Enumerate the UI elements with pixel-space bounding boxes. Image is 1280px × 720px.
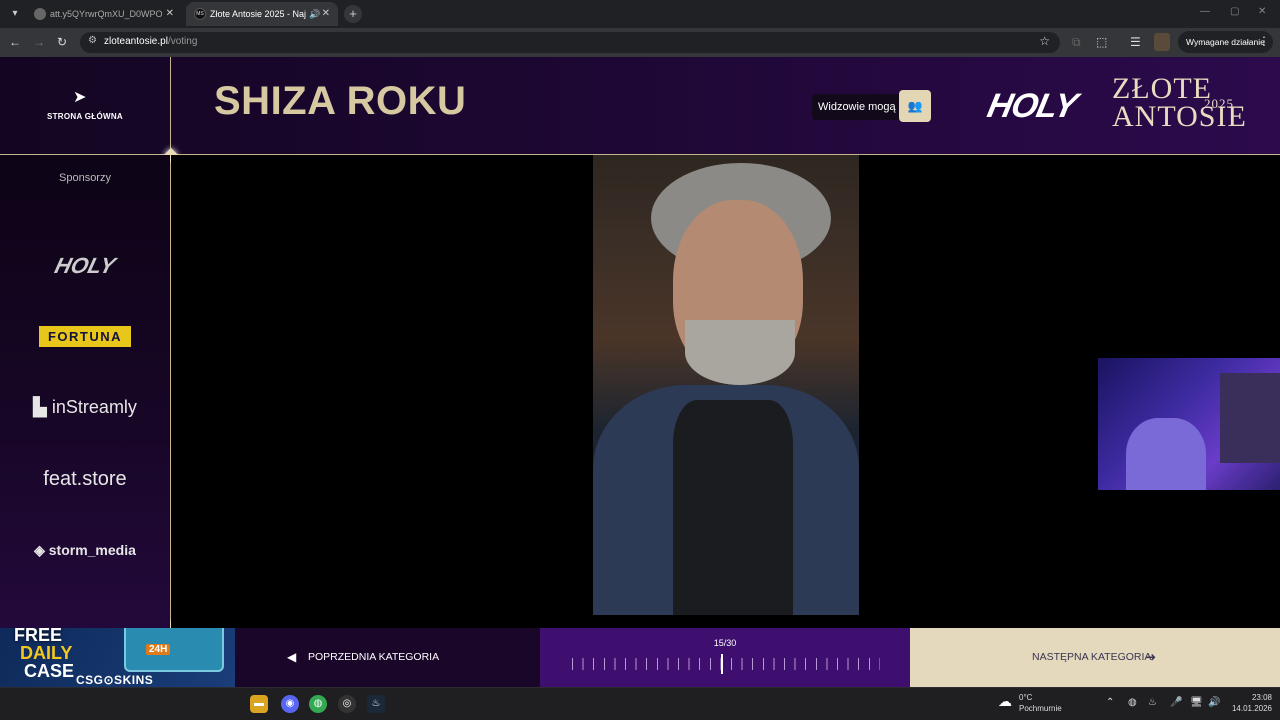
next-category-label: NASTĘPNA KATEGORIA [1032,651,1152,663]
arrow-right-icon: ➜ [1146,650,1157,664]
webcam-person [1126,418,1206,490]
sponsor-featstore[interactable]: feat.store [0,468,170,491]
logo-year: 2025 [1204,96,1234,111]
tab-title: Złote Antosie 2025 - Najwię [210,9,306,19]
tab-search-chevron-icon[interactable]: ▾ [6,5,24,23]
category-progress: 15/30 [540,628,910,687]
reload-icon[interactable]: ↻ [57,34,67,50]
category-title: SHIZA ROKU [214,79,467,123]
file-explorer-icon[interactable]: ▬ [250,695,268,713]
previous-category-label: POPRZEDNIA KATEGORIA [308,651,440,663]
promo-line-2: DAILY [20,643,73,663]
arrow-left-icon: ◀ [287,650,297,664]
minimize-icon[interactable]: — [1200,6,1210,17]
sponsor-holy[interactable]: HOLY [0,253,173,279]
video-figure-beard [685,320,795,385]
discord-icon[interactable]: ◉ [281,695,299,713]
microphone-icon[interactable]: 🎤 [1170,697,1182,708]
forward-arrow-icon[interactable]: → [33,34,45,50]
extensions-icon[interactable]: ⬚ [1096,34,1107,50]
promo-case-image: 24H [124,628,224,672]
progress-current-marker [721,654,723,674]
clock-date: 14.01.2026 [1231,704,1272,713]
clock-time: 23:08 [1251,693,1272,702]
category-navigation-bar: FREE DAILY CASE 24H CSG⊙SKINS ◀ POPRZEDN… [0,628,1280,687]
nominee-video-area[interactable] [171,155,1280,629]
video-figure-shirt [673,400,793,615]
previous-category-button[interactable]: ◀ POPRZEDNIA KATEGORIA [235,628,540,687]
speaker-icon[interactable]: 🔊 [309,2,320,26]
nominee-video[interactable] [593,155,859,615]
profile-avatar[interactable] [1154,33,1170,51]
sponsor-storm-media[interactable]: ◈ storm_media [0,542,170,559]
weather-widget[interactable]: 0°C Pochmurnie [1019,692,1062,714]
weather-temperature: 0°C [1019,693,1033,702]
holy-logo: HOLY [984,87,1081,125]
chrome-icon[interactable]: ◍ [309,695,327,713]
page-header: ➤ STRONA GŁÓWNA SHIZA ROKU Widzowie mogą… [0,57,1280,154]
promo-tag: 24H [146,644,171,655]
promo-line-3: CASE [24,661,75,681]
storm-logo-icon: ◈ [34,542,45,558]
promo-line-1: FREE [14,628,63,645]
home-arrow-icon: ➤ [73,89,87,106]
tab-close-icon[interactable]: ✕ [322,2,330,26]
close-window-icon[interactable]: ✕ [1258,6,1266,17]
progress-counter: 15/30 [713,638,737,648]
url-text: zloteantosie.pl/voting [104,36,198,47]
instreamly-logo-icon: ▙ [33,397,47,417]
viewers-group-button[interactable]: 👥 [899,90,931,122]
sponsors-sidebar: Sponsorzy HOLY FORTUNA ▙ inStreamly feat… [0,155,170,629]
steam-tray-icon[interactable]: ♨ [1148,697,1157,708]
promo-banner[interactable]: FREE DAILY CASE 24H CSG⊙SKINS [0,628,235,687]
maximize-icon[interactable]: ▢ [1230,6,1239,17]
tab-title: att.y5QYrwrQmXU_D0WPOHBR [50,9,162,19]
tray-overflow-chevron-icon[interactable]: ⌃ [1106,697,1114,708]
browser-menu-icon[interactable]: ⋮ [1258,34,1270,48]
voting-page: ➤ STRONA GŁÓWNA SHIZA ROKU Widzowie mogą… [0,57,1280,687]
windows-taskbar: ▬ ◉ ◍ ◎ ♨ ☁ 0°C Pochmurnie ⌃ ◍ ♨ 🎤 🖥 🔊 2… [0,687,1280,720]
home-link[interactable]: ➤ STRONA GŁÓWNA [0,57,170,154]
obs-icon[interactable]: ◎ [338,695,356,713]
browser-toolbar: ← → ↻ ⚙ zloteantosie.pl/voting ☆ ⧉ ⬚ ☰ W… [0,28,1280,57]
volume-icon[interactable]: 🔊 [1208,697,1220,708]
sponsors-heading: Sponsorzy [59,172,111,184]
tab-close-icon[interactable]: ✕ [166,2,174,26]
new-tab-button[interactable]: + [344,5,362,23]
network-icon[interactable]: 🖥 [1190,697,1203,708]
browser-tab-active[interactable]: MS Złote Antosie 2025 - Najwię 🔊 ✕ [186,2,338,26]
bookmark-star-icon[interactable]: ☆ [1039,34,1050,48]
viewers-label: Widzowie mogą [812,94,902,120]
media-controls-icon[interactable]: ☰ [1130,34,1141,50]
sponsor-fortuna[interactable]: FORTUNA [0,326,170,347]
tab-favicon-icon: MS [194,8,206,20]
share-icon[interactable]: ⧉ [1072,34,1081,50]
sponsor-instreamly[interactable]: ▙ inStreamly [0,397,170,418]
promo-brand: CSG⊙SKINS [76,673,154,687]
system-clock[interactable]: 23:08 14.01.2026 [1228,692,1272,714]
steam-icon[interactable]: ♨ [367,695,385,713]
streamer-webcam-overlay [1098,358,1280,490]
discord-tray-icon[interactable]: ◍ [1128,697,1137,708]
home-label: STRONA GŁÓWNA [46,112,124,121]
next-category-button[interactable]: NASTĘPNA KATEGORIA ➜ [910,628,1280,687]
tab-favicon-icon [34,8,46,20]
cloudy-weather-icon[interactable]: ☁ [998,693,1012,710]
back-arrow-icon[interactable]: ← [9,34,21,50]
users-group-icon: 👥 [907,99,923,113]
webcam-shelf [1220,373,1280,463]
address-bar[interactable]: ⚙ zloteantosie.pl/voting ☆ [80,32,1060,53]
progress-ticks[interactable] [572,658,880,670]
browser-tab-strip: ▾ att.y5QYrwrQmXU_D0WPOHBR ✕ MS Złote An… [0,0,1280,28]
browser-tab-inactive[interactable]: att.y5QYrwrQmXU_D0WPOHBR ✕ [26,2,182,26]
zlote-antosie-logo: ZŁOTE ANTOSIE 2025 [1112,74,1247,132]
site-info-icon[interactable]: ⚙ [88,35,97,46]
weather-description: Pochmurnie [1019,704,1062,713]
